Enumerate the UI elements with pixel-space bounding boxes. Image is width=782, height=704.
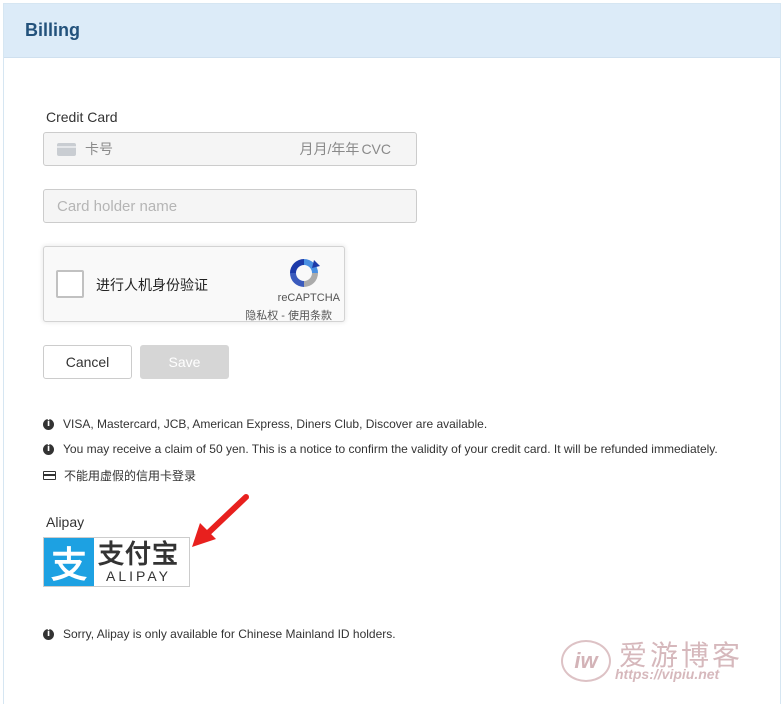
note-accepted-cards: i VISA, Mastercard, JCB, American Expres… [43,417,487,431]
panel-header: Billing [4,4,780,58]
alipay-wordmark: 支付宝 ALIPAY [98,540,179,584]
recaptcha-logo-icon [290,259,320,287]
recaptcha-links[interactable]: 隐私权 - 使用条款 [245,307,332,323]
save-button[interactable]: Save [140,345,229,379]
recaptcha-checkbox[interactable] [56,270,84,298]
credit-card-icon [57,142,76,156]
alipay-label: Alipay [46,514,85,530]
recaptcha-label: 进行人机身份验证 [96,277,208,293]
credit-card-icon [43,471,56,480]
credit-card-label: Credit Card [46,109,118,125]
note-no-virtual-card: 不能用虚假的信用卡登录 [43,467,196,484]
note-text: Sorry, Alipay is only available for Chin… [63,627,396,641]
alipay-logo-button[interactable]: 支 支付宝 ALIPAY [43,537,190,587]
watermark-url: https://vipiu.net [615,666,720,682]
note-text: VISA, Mastercard, JCB, American Express,… [63,417,488,431]
recaptcha-widget: 进行人机身份验证 reCAPTCHA 隐私权 - 使用条款 [43,246,345,322]
card-holder-name-input[interactable] [43,189,417,223]
watermark-badge: iw [561,640,611,682]
info-circle-icon: i [43,418,54,430]
note-text: You may receive a claim of 50 yen. This … [63,442,718,456]
card-number-placeholder: 卡号 [85,141,113,157]
note-alipay-availability: i Sorry, Alipay is only available for Ch… [43,627,396,641]
watermark: iw 爱游博客 https://vipiu.net [557,632,779,684]
red-arrow-icon [192,494,249,547]
page-title: Billing [25,20,80,40]
note-verification-claim: i You may receive a claim of 50 yen. Thi… [43,442,718,456]
alipay-mark-icon: 支 [44,538,94,586]
note-text: 不能用虚假的信用卡登录 [64,469,197,483]
info-circle-icon: i [43,443,54,455]
card-expiry-placeholder[interactable]: 月月/年年 [300,139,360,159]
card-cvc-placeholder[interactable]: CVC [361,141,391,157]
card-number-field[interactable]: 卡号 月月/年年 CVC [43,132,417,166]
alipay-logo-en: ALIPAY [106,568,171,584]
cancel-button[interactable]: Cancel [43,345,132,379]
recaptcha-brand: reCAPTCHA [277,292,340,304]
alipay-logo-cn: 支付宝 [98,539,180,569]
info-circle-icon: i [43,628,54,640]
